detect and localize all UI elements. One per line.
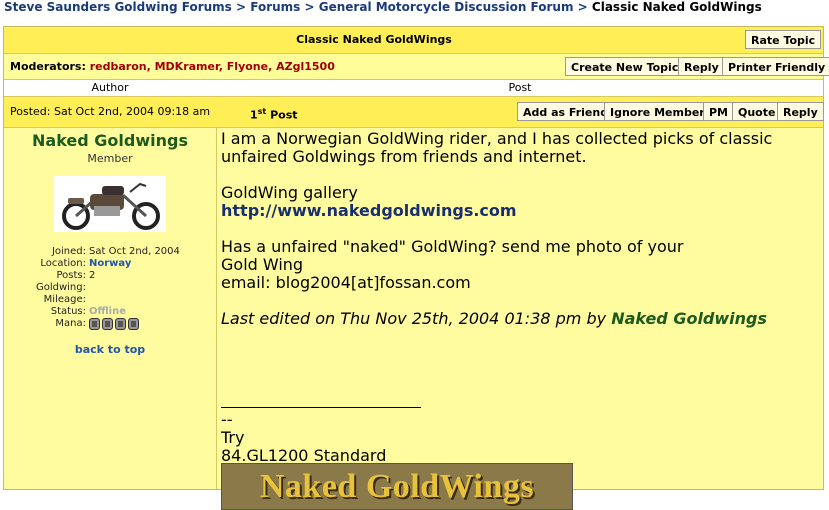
message-intro: I am a Norwegian GoldWing rider, and I h…	[221, 129, 773, 166]
post-column-header: Post	[508, 81, 532, 94]
moderators-label: Moderators:	[10, 60, 86, 73]
message-request-line: Has a unfaired "naked" GoldWing? send me…	[221, 237, 684, 256]
stat-value: 2	[89, 270, 96, 281]
author-role: Member	[87, 152, 133, 165]
moderators-names[interactable]: redbaron, MDKramer, Flyone, AZgl1500	[90, 60, 335, 73]
signature: -- Try 84.GL1200 Standard	[221, 411, 386, 465]
quote-button[interactable]: Quote	[732, 102, 782, 121]
breadcrumb-link-forums[interactable]: Forums	[250, 0, 300, 14]
breadcrumb-link-general-forum[interactable]: General Motorcycle Discussion Forum	[319, 0, 574, 14]
back-to-top-link[interactable]: back to top	[4, 343, 216, 356]
breadcrumb: Steve Saunders Goldwing Forums > Forums …	[4, 0, 762, 16]
post-header-bar: Posted: Sat Oct 2nd, 2004 09:18 am 1st P…	[4, 97, 824, 128]
author-panel: Naked Goldwings Member Joined: Sat Oct 2n…	[4, 128, 217, 489]
stat-mileage: Mileage:	[4, 294, 216, 306]
stat-status: Status: Offline	[4, 306, 216, 318]
stat-key: Goldwing:	[35, 282, 86, 293]
stat-key: Mileage:	[43, 294, 86, 305]
signature-dashes: --	[221, 410, 233, 429]
post-number-value: 1	[250, 108, 258, 122]
breadcrumb-separator: >	[236, 0, 247, 14]
breadcrumb-current: Classic Naked GoldWings	[591, 0, 762, 14]
mana-orb-icon	[102, 318, 113, 330]
message-gallery-label: GoldWing gallery	[221, 183, 358, 202]
topic-reply-button[interactable]: Reply	[678, 57, 725, 76]
rate-topic-button[interactable]: Rate Topic	[745, 30, 822, 49]
author-avatar-motorcycle	[54, 176, 166, 232]
moderators-bar: Moderators: redbaron, MDKramer, Flyone, …	[4, 54, 829, 80]
breadcrumb-separator: >	[304, 0, 315, 14]
printer-friendly-button[interactable]: Printer Friendly	[722, 57, 829, 76]
topic-panel: Classic Naked GoldWings Rate Topic Moder…	[3, 26, 829, 510]
post-number-label: Post	[270, 108, 298, 122]
stat-key: Joined:	[51, 246, 86, 257]
stat-posts: Posts: 2	[4, 270, 216, 282]
edited-by-link[interactable]: Naked Goldwings	[611, 309, 767, 328]
pm-button[interactable]: PM	[703, 102, 735, 121]
author-column-header: Author	[91, 81, 129, 94]
mana-icons	[89, 318, 141, 331]
author-name[interactable]: Naked Goldwings	[4, 131, 216, 150]
stat-key: Posts:	[56, 270, 86, 281]
signature-banner-text: Naked GoldWings	[259, 468, 535, 505]
post-body-row: Naked Goldwings Member Joined: Sat Oct 2n…	[4, 128, 823, 510]
post-date: Posted: Sat Oct 2nd, 2004 09:18 am	[10, 105, 211, 118]
stat-goldwing: Goldwing:	[4, 282, 216, 294]
ignore-member-button[interactable]: Ignore Member	[604, 102, 711, 121]
stat-joined: Joined: Sat Oct 2nd, 2004	[4, 246, 216, 258]
moderators-label-wrap: Moderators: redbaron, MDKramer, Flyone, …	[10, 54, 335, 79]
signature-banner-image: Naked GoldWings	[221, 463, 573, 510]
edited-prefix: Last edited on Thu Nov 25th, 2004 01:38 …	[221, 309, 607, 328]
post-number-suffix: st	[257, 107, 267, 116]
stat-key: Location:	[40, 258, 86, 269]
signature-divider	[221, 407, 421, 408]
edited-note: Last edited on Thu Nov 25th, 2004 01:38 …	[221, 310, 817, 328]
mana-orb-icon	[89, 318, 100, 330]
post-number: 1st Post	[250, 97, 298, 127]
create-new-topic-button[interactable]: Create New Topic	[565, 57, 685, 76]
author-stats: Joined: Sat Oct 2nd, 2004 Location: Norway…	[4, 246, 216, 330]
post-message-panel: I am a Norwegian GoldWing rider, and I h…	[217, 128, 823, 510]
stat-key: Status:	[50, 306, 86, 317]
stat-value-location[interactable]: Norway	[89, 258, 131, 270]
message-request-line2: Gold Wing	[221, 255, 304, 274]
post-reply-button[interactable]: Reply	[777, 102, 824, 121]
stat-location: Location: Norway	[4, 258, 216, 270]
stat-key: Mana:	[55, 318, 86, 329]
add-friend-button[interactable]: Add as Friend	[517, 102, 615, 121]
mana-orb-icon	[115, 318, 126, 330]
message-email: email: blog2004[at]fossan.com	[221, 273, 471, 292]
gallery-link[interactable]: http://www.nakedgoldwings.com	[221, 201, 517, 220]
mana-orb-icon	[128, 318, 139, 330]
breadcrumb-separator: >	[577, 0, 588, 14]
topic-title-bar: Classic Naked GoldWings Rate Topic	[4, 27, 823, 54]
stat-value-status: Offline	[89, 306, 126, 317]
stat-value: Sat Oct 2nd, 2004	[89, 246, 180, 257]
topic-title: Classic Naked GoldWings	[296, 33, 452, 46]
post-message: I am a Norwegian GoldWing rider, and I h…	[221, 130, 817, 328]
signature-line1: Try	[221, 428, 245, 447]
stat-mana: Mana:	[4, 318, 216, 330]
column-header-row: Author Post	[4, 80, 823, 97]
breadcrumb-link-forums-home[interactable]: Steve Saunders Goldwing Forums	[4, 0, 232, 14]
